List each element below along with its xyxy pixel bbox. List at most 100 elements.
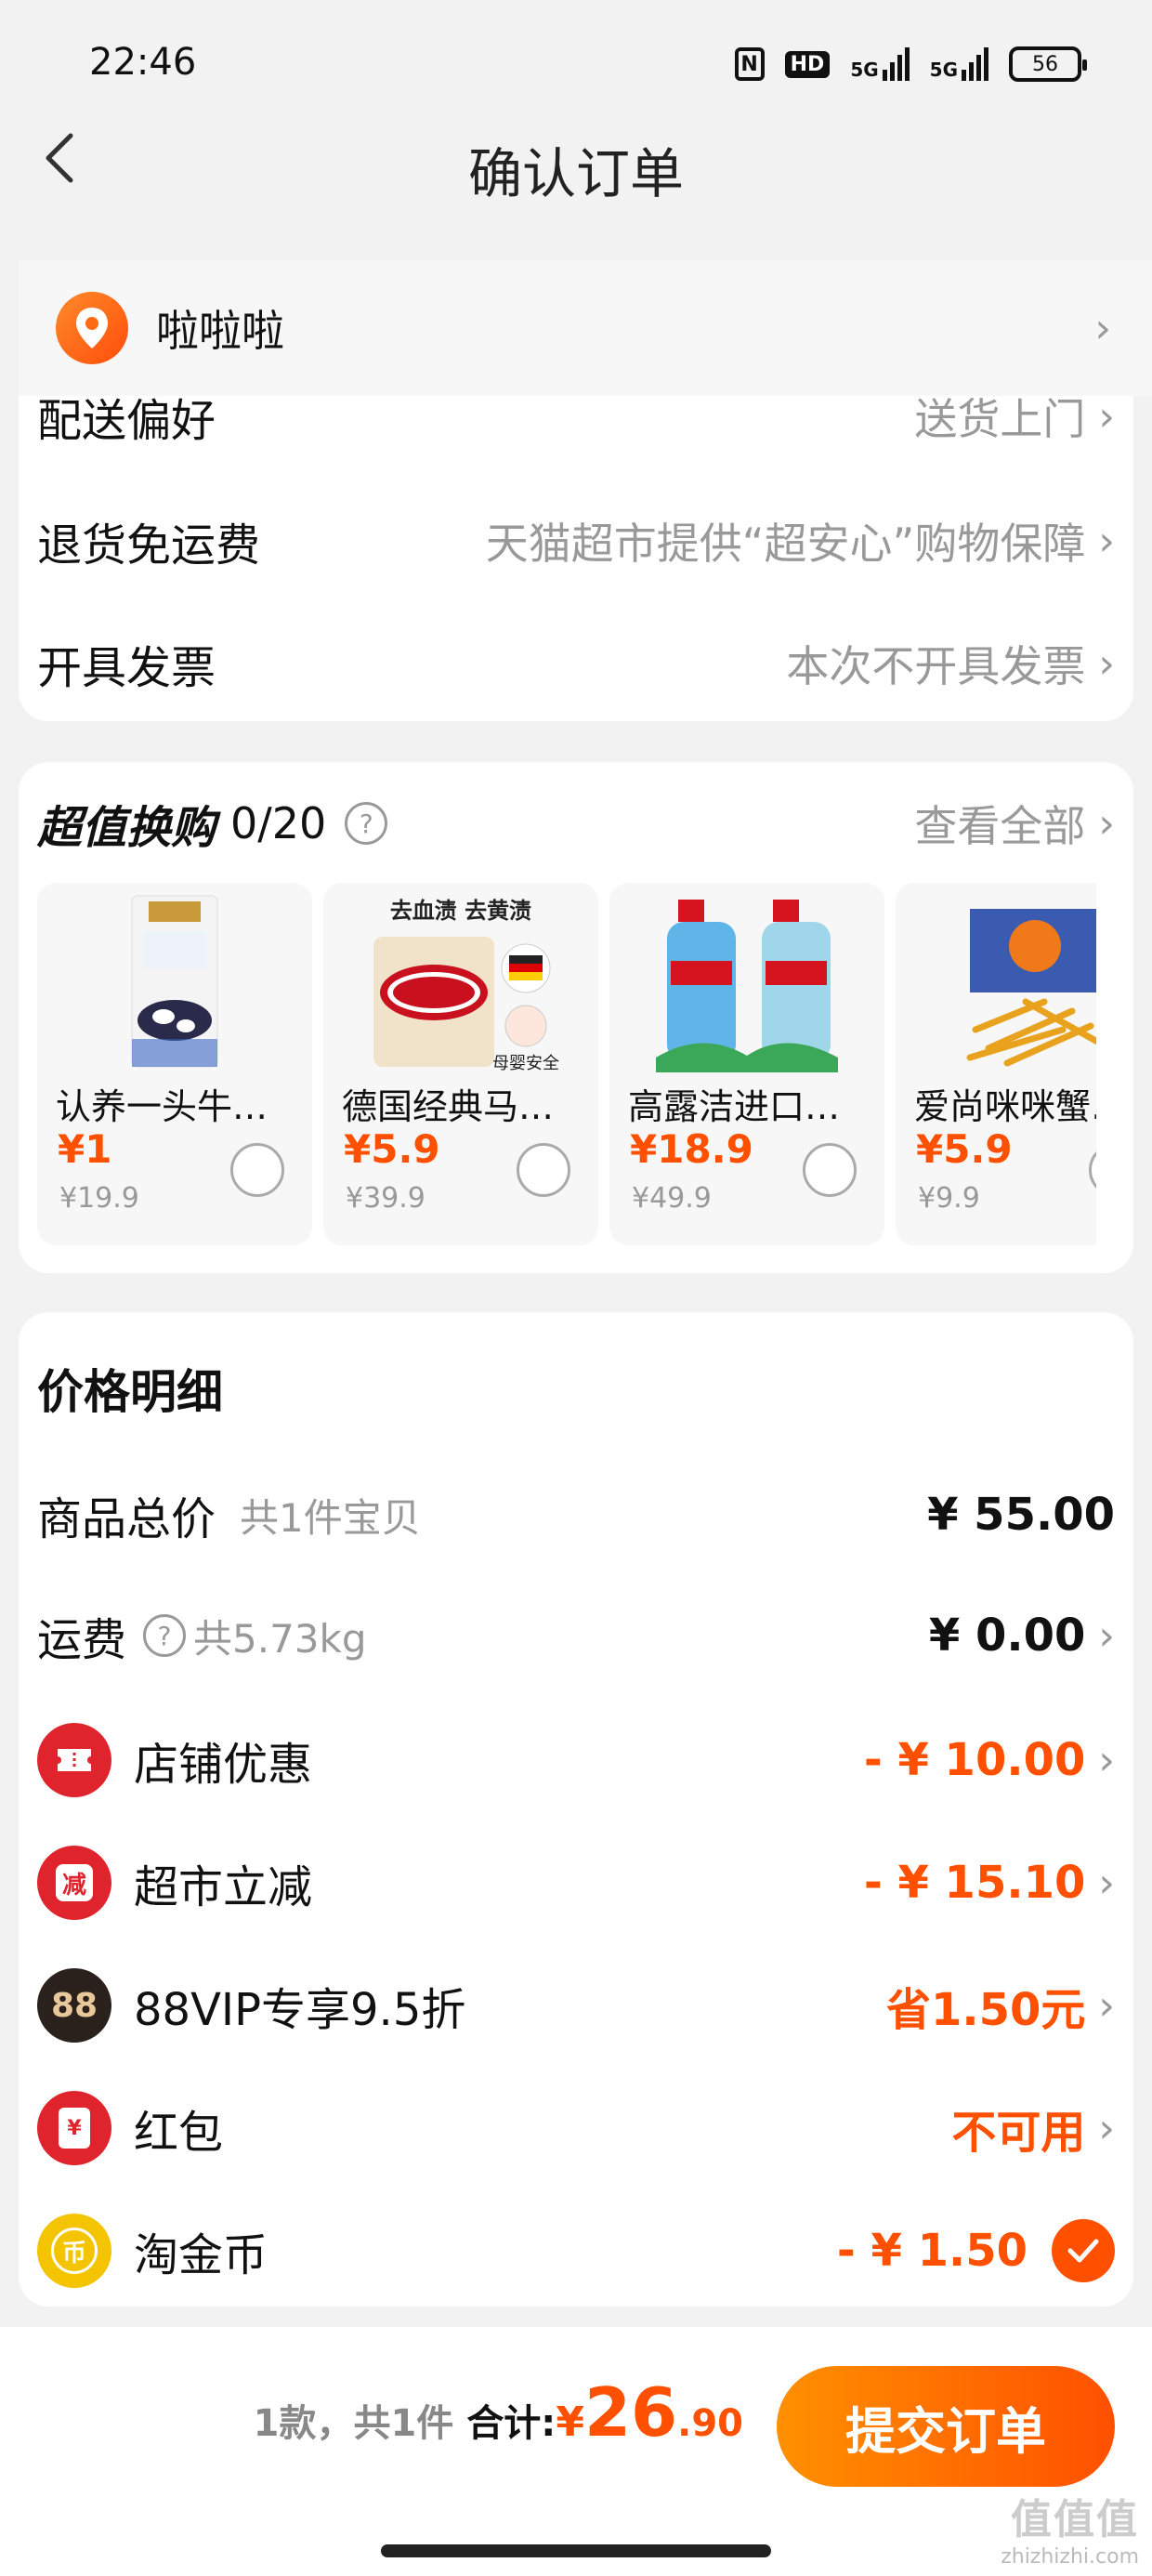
discount-icon-glyph: 减 [56, 1864, 93, 1901]
swap-product-card[interactable]: 去血渍 去黄渍 母婴安全 德国经典马赛皂 ¥5.9 ¥39.9 [323, 883, 598, 1245]
address-bar[interactable]: 啦啦啦 › [19, 260, 1152, 396]
snack-bag-image [933, 890, 1096, 1072]
goods-total-sub: 共1件宝贝 [240, 1494, 421, 1541]
product-name: 德国经典马赛皂 [342, 1086, 583, 1127]
swap-title: 超值换购 [37, 802, 216, 854]
chevron-right-icon: › [1098, 1859, 1115, 1907]
red-packet-row[interactable]: ¥ 红包 不可用 › [37, 2089, 1115, 2167]
store-discount-row[interactable]: 店铺优惠 - ¥ 10.00 › [37, 1721, 1115, 1799]
shipping-value: ¥ 0.00 [928, 1610, 1086, 1662]
mouthwash-image [647, 890, 847, 1072]
goods-total-row: 商品总价 共1件宝贝 ¥ 55.00 [37, 1478, 1115, 1552]
total-currency: ¥ [556, 2399, 584, 2446]
total-decimal: .90 [677, 2402, 743, 2445]
see-all-link[interactable]: 查看全部 › [914, 793, 1115, 854]
gold-coin-icon-glyph: 币 [51, 2228, 98, 2274]
price-detail-title: 价格明细 [37, 1365, 223, 1419]
signal-icon-2: 5G [930, 47, 988, 81]
hd-icon: HD [784, 50, 831, 78]
signal-label-1: 5G [850, 59, 879, 81]
red-packet-value: 不可用 [951, 2107, 1086, 2159]
chevron-right-icon: › [1098, 1981, 1115, 2030]
invoice-value: 本次不开具发票 [786, 641, 1086, 691]
checkmark-icon[interactable] [1052, 2219, 1115, 2282]
vip-discount-label: 88VIP专享9.5折 [134, 1984, 466, 2036]
select-radio[interactable] [803, 1143, 857, 1197]
address-name: 啦啦啦 [156, 306, 284, 356]
signal-icon-1: 5G [850, 47, 910, 81]
help-icon[interactable]: ? [143, 1614, 187, 1657]
vip-discount-value: 省1.50元 [885, 1984, 1086, 2036]
product-price: ¥5.9 [916, 1126, 1013, 1172]
product-original-price: ¥19.9 [59, 1182, 139, 1215]
product-price: ¥18.9 [630, 1126, 753, 1172]
chevron-right-icon: › [1094, 304, 1111, 352]
product-name: 认养一头牛纯牛奶 [56, 1086, 297, 1127]
battery-icon: 56 [1009, 46, 1087, 82]
status-time: 22:46 [89, 41, 197, 84]
help-icon[interactable]: ? [345, 802, 388, 845]
product-name: 高露洁进口抑菌漱口水 [628, 1086, 870, 1127]
shipping-row[interactable]: 运费 ? 共5.73kg ¥ 0.00 › [37, 1598, 1115, 1673]
swap-header: 超值换购 0/20 ? 查看全部 › [37, 788, 1115, 859]
vip-discount-row[interactable]: 88 88VIP专享9.5折 省1.50元 › [37, 1966, 1115, 2044]
invoice-row[interactable]: 开具发票 本次不开具发票 › [37, 630, 1115, 697]
see-all-label: 查看全部 [914, 801, 1086, 851]
chevron-right-icon: › [1098, 392, 1115, 440]
product-price: ¥5.9 [344, 1126, 440, 1172]
invoice-label: 开具发票 [37, 642, 216, 694]
shipping-weight: 共5.73kg [193, 1615, 367, 1662]
goods-total-value: ¥ 55.00 [927, 1489, 1115, 1541]
signal-label-2: 5G [929, 59, 958, 81]
chevron-right-icon: › [1098, 1736, 1115, 1784]
vip-88-icon: 88 [37, 1968, 111, 2043]
nfc-icon: N [734, 47, 765, 81]
chevron-right-icon: › [1098, 639, 1115, 688]
shipping-label: 运费 [37, 1614, 127, 1666]
supermarket-discount-label: 超市立减 [134, 1861, 313, 1913]
gold-coin-icon: 币 [37, 2214, 111, 2288]
chevron-right-icon: › [1098, 517, 1115, 565]
product-original-price: ¥9.9 [918, 1182, 980, 1215]
swap-product-list: 认养一头牛纯牛奶 ¥1 ¥19.9 去血渍 去黄渍 母婴安全 德国经典马赛皂 ¥… [37, 883, 1096, 1245]
gold-coin-label: 淘金币 [134, 2229, 268, 2281]
watermark-logo: 值值值 [1011, 2496, 1139, 2543]
store-discount-label: 店铺优惠 [134, 1739, 313, 1791]
coupon-icon [37, 1723, 111, 1797]
swap-product-card[interactable]: 认养一头牛纯牛奶 ¥1 ¥19.9 [37, 883, 312, 1245]
goods-total-label: 商品总价 [37, 1493, 216, 1545]
supermarket-discount-row[interactable]: 减 超市立减 - ¥ 15.10 › [37, 1844, 1115, 1922]
gold-coin-row[interactable]: 币 淘金币 - ¥ 1.50 [37, 2212, 1115, 2290]
product-original-price: ¥49.9 [632, 1182, 712, 1215]
free-return-row[interactable]: 退货免运费 天猫超市提供“超安心”购物保障 › [37, 507, 1115, 574]
status-bar: 22:46 N HD 5G 5G 56 [0, 0, 1152, 121]
swap-count: 0/20 [230, 798, 327, 848]
select-radio[interactable] [517, 1143, 570, 1197]
submit-order-button[interactable]: 提交订单 [777, 2366, 1115, 2487]
discount-icon: 减 [37, 1846, 111, 1920]
product-price: ¥1 [58, 1126, 112, 1172]
select-radio[interactable] [1089, 1143, 1096, 1197]
supermarket-discount-value: - ¥ 15.10 [863, 1857, 1086, 1909]
chevron-right-icon: › [1098, 799, 1115, 848]
home-indicator[interactable] [381, 2544, 771, 2557]
red-packet-icon-glyph: ¥ [59, 2108, 90, 2149]
red-packet-icon: ¥ [37, 2091, 111, 2165]
swap-product-card[interactable]: 高露洁进口抑菌漱口水 ¥18.9 ¥49.9 [609, 883, 884, 1245]
select-radio[interactable] [230, 1143, 284, 1197]
total-integer: 26 [583, 2373, 678, 2451]
swap-product-card[interactable]: 爱尚咪咪蟹味粒 ¥5.9 ¥9.9 [896, 883, 1096, 1245]
product-name: 爱尚咪咪蟹味粒 [914, 1086, 1096, 1127]
watermark-url: zhizhizhi.com [1001, 2544, 1139, 2569]
item-count-text: 1款，共1件 [253, 2402, 454, 2445]
status-icons: N HD 5G 5G 56 [734, 46, 1087, 82]
soap-box-caption-top: 去血渍 去黄渍 [390, 898, 531, 924]
soap-box-caption-bottom: 母婴安全 [492, 1054, 559, 1072]
order-total: 1款，共1件 合计: ¥ 26 .90 [254, 2373, 743, 2451]
chevron-right-icon: › [1098, 1611, 1115, 1660]
total-label: 合计: [466, 2402, 556, 2445]
red-packet-label: 红包 [134, 2107, 224, 2159]
soap-box-image: 去血渍 去黄渍 母婴安全 [360, 890, 561, 1073]
store-discount-value: - ¥ 10.00 [863, 1734, 1086, 1786]
product-original-price: ¥39.9 [346, 1182, 425, 1215]
